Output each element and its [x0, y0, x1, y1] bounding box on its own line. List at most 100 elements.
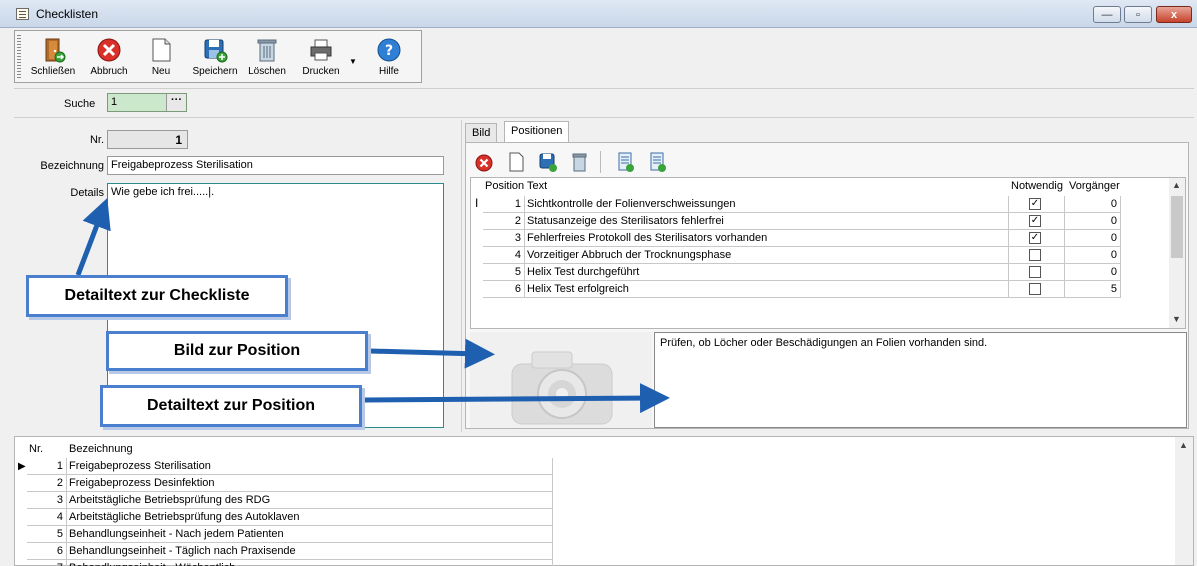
nr-cell[interactable]: 2 [27, 475, 67, 492]
position-cell[interactable]: 6 [483, 281, 525, 298]
position-cell[interactable]: 3 [483, 230, 525, 247]
nr-cell[interactable]: 3 [27, 492, 67, 509]
position-cell[interactable]: 4 [483, 247, 525, 264]
notwendig-cell[interactable] [1009, 281, 1065, 298]
new-button[interactable]: Neu [137, 35, 185, 81]
list-scrollbar[interactable]: ▲ [1175, 437, 1193, 565]
notwendig-cell[interactable] [1009, 264, 1065, 281]
text-cell[interactable]: Sichtkontrolle der Folienverschweissunge… [525, 196, 1009, 213]
bezeichnung-cell[interactable]: Behandlungseinheit - Wöchentlich [67, 560, 553, 566]
delete-button[interactable]: Löschen [243, 35, 291, 81]
new-document-icon[interactable] [506, 151, 526, 173]
col-nr[interactable]: Nr. [29, 443, 43, 455]
bezeichnung-cell[interactable]: Arbeitstägliche Betriebsprüfung des Auto… [67, 509, 553, 526]
bezeichnung-cell[interactable]: Behandlungseinheit - Nach jedem Patiente… [67, 526, 553, 543]
tab-positionen[interactable]: Positionen [504, 121, 570, 143]
scroll-thumb[interactable] [1171, 196, 1183, 258]
position-row[interactable]: 5 Helix Test durchgeführt 0 [483, 264, 1121, 281]
search-lookup-button[interactable]: ··· [166, 94, 186, 111]
position-image[interactable] [470, 332, 652, 428]
positions-scrollbar[interactable]: ▲ ▼ [1169, 178, 1185, 328]
notwendig-cell[interactable]: ✓ [1009, 196, 1065, 213]
text-cell[interactable]: Fehlerfreies Protokoll des Sterilisators… [525, 230, 1009, 247]
bezeichnung-cell[interactable]: Arbeitstägliche Betriebsprüfung des RDG [67, 492, 553, 509]
position-cell[interactable]: 2 [483, 213, 525, 230]
tab-bild[interactable]: Bild [465, 123, 498, 143]
notwendig-checkbox[interactable]: ✓ [1029, 198, 1041, 210]
nr-cell[interactable]: 6 [27, 543, 67, 560]
vorgaenger-cell[interactable]: 5 [1065, 281, 1121, 298]
position-cell[interactable]: 1 [483, 196, 525, 213]
position-row[interactable]: 3 Fehlerfreies Protokoll des Sterilisator… [483, 230, 1121, 247]
notwendig-checkbox[interactable] [1029, 249, 1041, 261]
trash-icon[interactable] [570, 151, 590, 173]
col-vorgaenger[interactable]: Vorgänger [1069, 180, 1120, 192]
nr-cell[interactable]: 1 [27, 458, 67, 475]
toolbar-grip[interactable] [17, 35, 21, 79]
nr-cell[interactable]: 5 [27, 526, 67, 543]
checklist-row[interactable]: 3 Arbeitstägliche Betriebsprüfung des RDG [27, 492, 553, 509]
bezeichnung-field[interactable]: Freigabeprozess Sterilisation [107, 156, 444, 175]
bezeichnung-cell[interactable]: Freigabeprozess Sterilisation [67, 458, 553, 475]
checklist-row[interactable]: 6 Behandlungseinheit - Täglich nach Praxi… [27, 543, 553, 560]
notwendig-checkbox[interactable] [1029, 266, 1041, 278]
print-label: Drucken [302, 66, 340, 77]
position-row[interactable]: 6 Helix Test erfolgreich 5 [483, 281, 1121, 298]
text-cell[interactable]: Helix Test erfolgreich [525, 281, 1009, 298]
checklist-row[interactable]: 2 Freigabeprozess Desinfektion [27, 475, 553, 492]
position-row[interactable]: 1 Sichtkontrolle der Folienverschweissung… [483, 196, 1121, 213]
bezeichnung-cell[interactable]: Behandlungseinheit - Täglich nach Praxis… [67, 543, 553, 560]
position-detail-textarea[interactable]: Prüfen, ob Löcher oder Beschädigungen an… [654, 332, 1187, 428]
nr-cell[interactable]: 7 [27, 560, 67, 566]
checklist-row[interactable]: 1 Freigabeprozess Sterilisation [27, 458, 553, 475]
position-row[interactable]: 4 Vorzeitiger Abbruch der Trocknungsphase… [483, 247, 1121, 264]
insert-above-icon[interactable] [616, 151, 636, 173]
vorgaenger-cell[interactable]: 0 [1065, 196, 1121, 213]
vorgaenger-cell[interactable]: 0 [1065, 264, 1121, 281]
text-cell[interactable]: Statusanzeige des Sterilisators fehlerfr… [525, 213, 1009, 230]
text-cell[interactable]: Vorzeitiger Abbruch der Trocknungsphase [525, 247, 1009, 264]
vorgaenger-cell[interactable]: 0 [1065, 213, 1121, 230]
notwendig-checkbox[interactable]: ✓ [1029, 232, 1041, 244]
vorgaenger-cell[interactable]: 0 [1065, 247, 1121, 264]
bezeichnung-cell[interactable]: Freigabeprozess Desinfektion [67, 475, 553, 492]
col-position[interactable]: Position [485, 180, 524, 192]
insert-below-icon[interactable] [648, 151, 668, 173]
print-button[interactable]: Drucken [297, 35, 345, 81]
notwendig-checkbox[interactable]: ✓ [1029, 215, 1041, 227]
save-icon[interactable] [538, 151, 558, 173]
close-window-button[interactable]: x [1156, 6, 1192, 23]
checklist-row[interactable]: 5 Behandlungseinheit - Nach jedem Patient… [27, 526, 553, 543]
col-notwendig[interactable]: Notwendig [1011, 180, 1063, 192]
maximize-button[interactable]: ▫ [1124, 6, 1152, 23]
notwendig-cell[interactable] [1009, 247, 1065, 264]
checklist-row[interactable]: 4 Arbeitstägliche Betriebsprüfung des Aut… [27, 509, 553, 526]
text-cursor-icon: I [475, 196, 479, 210]
col-bezeichnung[interactable]: Bezeichnung [69, 443, 133, 455]
notwendig-checkbox[interactable] [1029, 283, 1041, 295]
print-dropdown-icon[interactable]: ▼ [349, 57, 357, 66]
text-cell[interactable]: Helix Test durchgeführt [525, 264, 1009, 281]
list-scroll-up-icon[interactable]: ▲ [1179, 440, 1188, 450]
position-row[interactable]: 2 Statusanzeige des Sterilisators fehlerf… [483, 213, 1121, 230]
vorgaenger-cell[interactable]: 0 [1065, 230, 1121, 247]
minimize-button[interactable]: — [1093, 6, 1121, 23]
save-button[interactable]: Speichern [191, 35, 239, 81]
current-row-marker-icon: ▶ [18, 461, 26, 472]
notwendig-cell[interactable]: ✓ [1009, 213, 1065, 230]
help-button[interactable]: ? Hilfe [365, 35, 413, 81]
close-icon: x [1170, 8, 1178, 21]
checklist-row[interactable]: 7Behandlungseinheit - Wöchentlich [27, 560, 553, 566]
cancel-icon[interactable] [474, 151, 494, 173]
cancel-button[interactable]: Abbruch [85, 35, 133, 81]
nr-cell[interactable]: 4 [27, 509, 67, 526]
col-text[interactable]: Text [527, 180, 547, 192]
notwendig-cell[interactable]: ✓ [1009, 230, 1065, 247]
main-toolbar: Schließen Abbruch Neu Speichern Löschen … [14, 30, 422, 83]
position-cell[interactable]: 5 [483, 264, 525, 281]
scroll-up-icon[interactable]: ▲ [1172, 180, 1181, 190]
details-label: Details [70, 187, 104, 199]
scroll-down-icon[interactable]: ▼ [1172, 314, 1181, 324]
close-app-button[interactable]: Schließen [29, 35, 77, 81]
checklist-app-icon [16, 8, 29, 20]
